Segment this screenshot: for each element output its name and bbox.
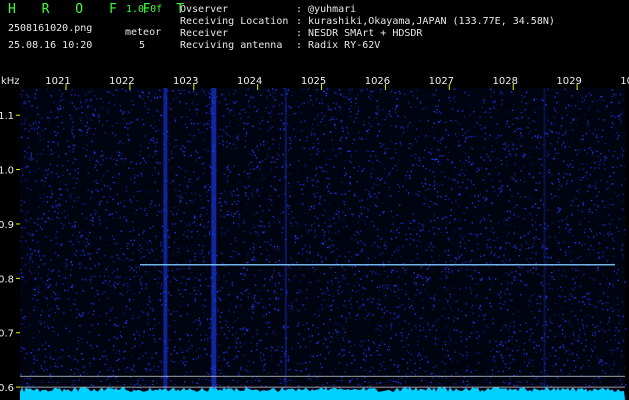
time-tick-label: 1026	[365, 76, 390, 87]
time-tick-label: 1025	[301, 76, 326, 87]
interference-stripe	[211, 88, 217, 398]
freq-tick-label: 0.6	[0, 383, 14, 394]
spectrogram: kHz 1021 1022 1023 1024 1025 1026 1027 1028 1029 1…	[0, 76, 629, 400]
freq-tick-label: 1.0	[0, 166, 14, 177]
spectrogram-background	[20, 88, 625, 398]
freq-tick-label: 0.7	[0, 329, 14, 340]
time-tick-label: 1024	[237, 76, 262, 87]
interference-stripe	[163, 88, 168, 398]
time-tick-label: 1022	[109, 76, 134, 87]
interference-stripe	[284, 88, 287, 398]
time-tick-label: 1028	[492, 76, 517, 87]
time-tick-label: 1030	[620, 76, 629, 87]
hrofft-window: H R O F F T 1.0.0f 2508161020.png 25.08.…	[0, 0, 629, 400]
freq-tick-label: 0.8	[0, 274, 14, 285]
time-tick-label: 1027	[429, 76, 454, 87]
time-tick-label: 1021	[45, 76, 70, 87]
frequency-unit: kHz	[1, 76, 20, 87]
time-tick-label: 1029	[556, 76, 581, 87]
freq-tick-label: 0.9	[0, 220, 14, 231]
power-trace	[20, 387, 625, 400]
time-tick-label: 1023	[173, 76, 198, 87]
interference-stripe	[543, 88, 546, 398]
freq-tick-label: 1.1	[0, 111, 14, 122]
